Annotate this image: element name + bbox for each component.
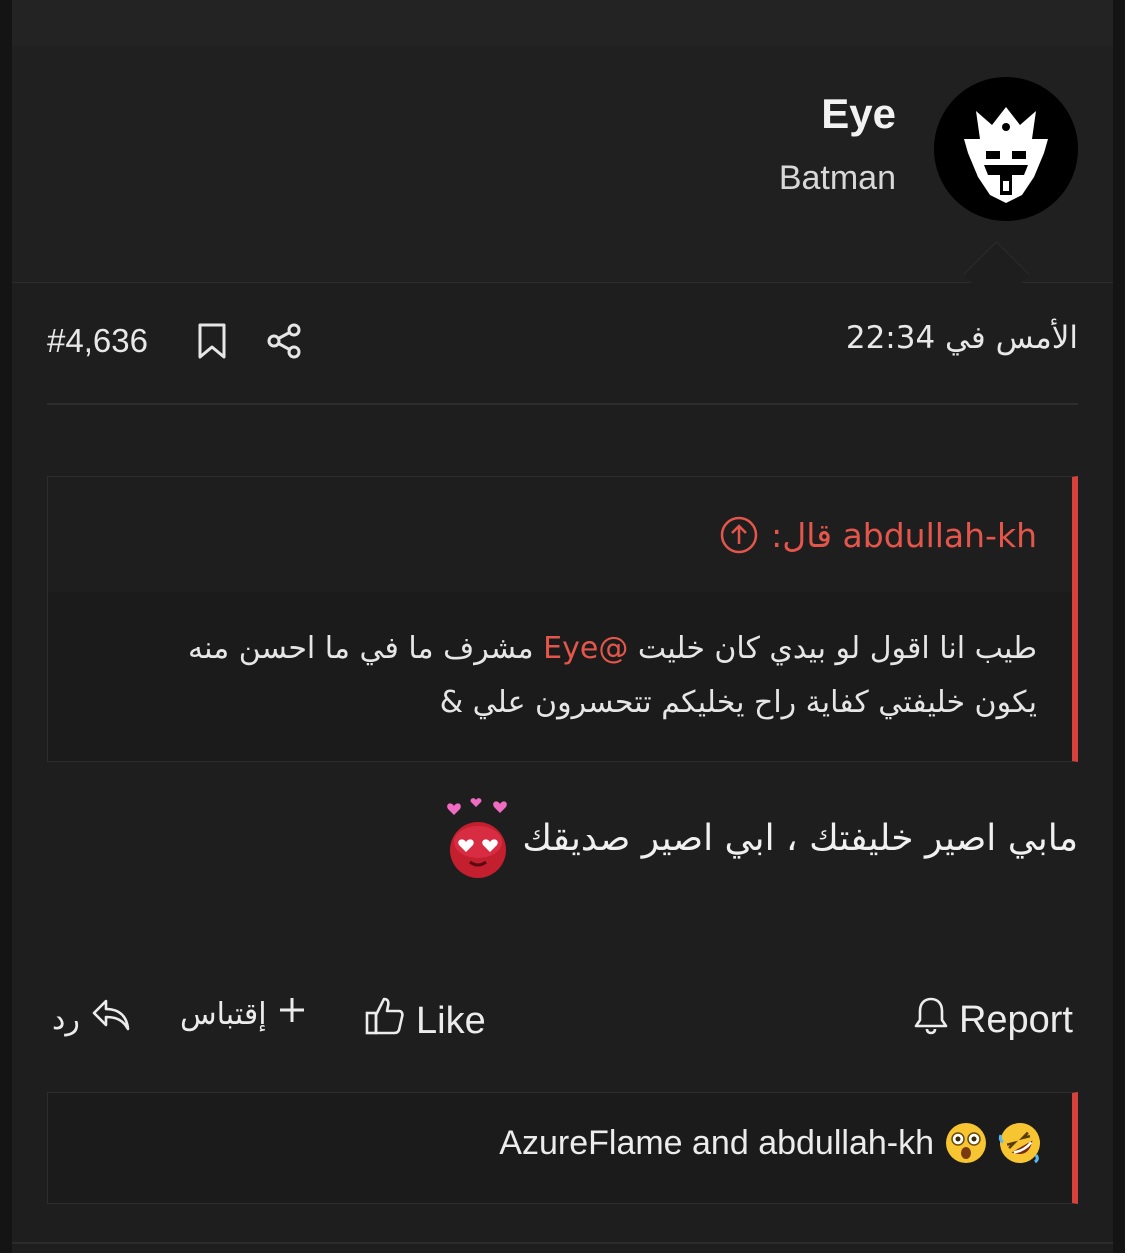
reply-button[interactable]: رد [52,995,132,1043]
post-meta: #4,636 الأمس في 22:34 [12,312,1113,372]
quote-author-link[interactable]: abdullah-kh قال: [719,515,1037,555]
quote-label: إقتباس [180,996,267,1032]
mention-link[interactable]: @Eye [543,631,628,666]
report-button[interactable]: Report [913,995,1073,1045]
post-actions: رد إقتباس Like Report [12,991,1113,1047]
like-button[interactable]: Like [364,995,486,1047]
reply-arrow-icon [90,995,132,1043]
meta-divider [47,403,1078,405]
author-title: Batman [778,159,896,197]
user-header: Eye Batman [12,46,1113,283]
heart-eyes-face-icon [444,796,512,880]
reactions-text[interactable]: AzureFlame and abdullah-kh [499,1124,934,1163]
rofl-emoji-icon [998,1121,1042,1165]
quote-button[interactable]: إقتباس [180,995,307,1033]
post-date[interactable]: الأمس في 22:34 [846,320,1078,356]
post-card: Eye Batman #4,636 الأمس في 22:34 abdulla… [12,46,1113,1253]
quote-line-1-end: مشرف ما في ما احسن منه [188,631,544,666]
thumbs-up-icon [364,995,406,1047]
quote-block: abdullah-kh قال: طيب انا اقول لو بيدي كا… [47,476,1078,762]
message-text: مابي اصير خليفتك ، ابي اصير صديقك [522,817,1078,859]
plus-icon [277,995,307,1033]
quote-author-label: abdullah-kh قال: [771,515,1037,555]
like-label: Like [416,999,486,1042]
post-message: مابي اصير خليفتك ، ابي اصير صديقك [444,796,1078,880]
quote-header: abdullah-kh قال: [48,477,1072,592]
reply-label: رد [52,1001,80,1037]
crowned-mask-logo-icon [934,77,1078,221]
quote-line-2: يكون خليفتي كفاية راح يخليكم تتحسرون علي… [439,685,1037,720]
report-label: Report [958,998,1073,1041]
quote-line-1: طيب انا اقول لو بيدي كان خليت @Eye مشرف … [88,622,1037,676]
reactions-bar[interactable]: AzureFlame and abdullah-kh [47,1092,1078,1204]
astonished-emoji-icon [944,1121,988,1165]
quote-line-1-start: طيب انا اقول لو بيدي كان خليت [628,631,1037,666]
share-icon[interactable] [265,322,303,360]
bottom-divider [12,1242,1113,1244]
bookmark-icon[interactable] [197,322,227,360]
top-strip [12,0,1113,46]
post-number[interactable]: #4,636 [47,322,148,360]
quote-text: طيب انا اقول لو بيدي كان خليت @Eye مشرف … [88,622,1037,730]
author-name[interactable]: Eye [821,90,896,138]
arrow-up-circle-icon[interactable] [719,515,759,555]
author-avatar[interactable] [934,77,1078,221]
reactions-summary: AzureFlame and abdullah-kh [499,1121,1042,1165]
bell-icon [913,995,949,1045]
